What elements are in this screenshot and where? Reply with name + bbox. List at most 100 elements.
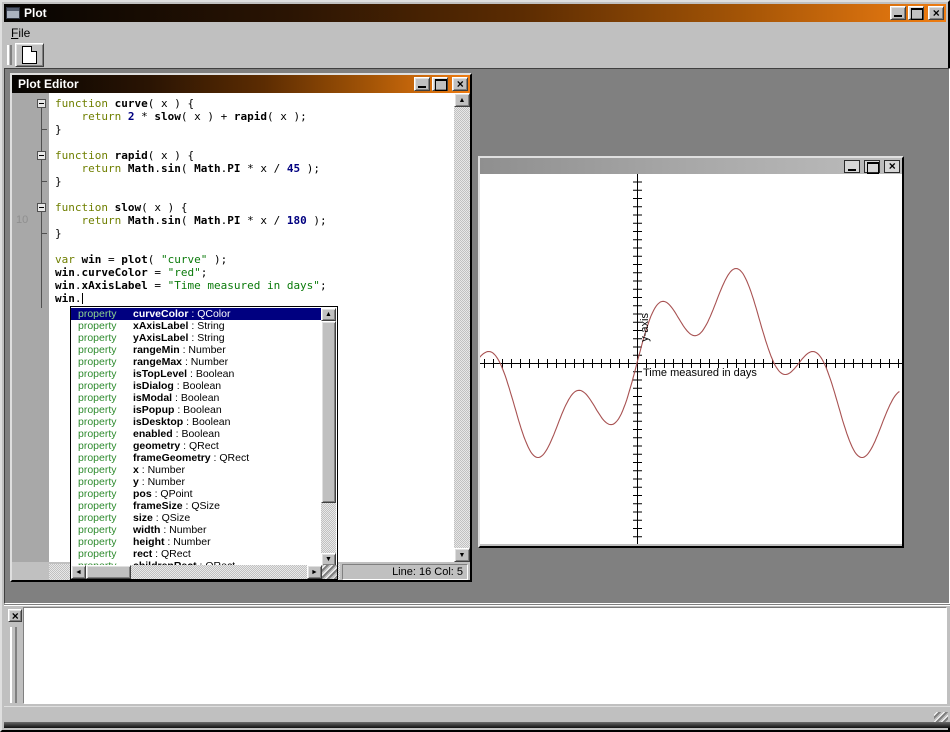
autocomplete-item-height[interactable]: propertyheight : Number xyxy=(71,536,322,548)
popup-hscroll-thumb[interactable] xyxy=(86,565,131,579)
item-type: : Boolean xyxy=(174,380,221,392)
code-line: } xyxy=(55,227,454,240)
main-titlebar[interactable]: Plot xyxy=(4,4,946,22)
fold-collapse-box[interactable] xyxy=(37,99,46,108)
plot-close-button[interactable] xyxy=(884,160,900,173)
item-type: : Number xyxy=(160,524,206,536)
plot-minimize-button[interactable] xyxy=(844,160,860,173)
item-name: yAxisLabel xyxy=(133,332,188,344)
editor-close-button[interactable] xyxy=(452,77,468,91)
item-type: : Number xyxy=(139,464,185,476)
popup-scroll-right-button[interactable] xyxy=(307,565,322,579)
dock-drag-handle[interactable] xyxy=(10,627,17,703)
item-kind: property xyxy=(71,356,133,368)
output-dock xyxy=(4,604,950,706)
fold-collapse-box[interactable] xyxy=(37,203,46,212)
item-name: enabled xyxy=(133,428,173,440)
popup-hscrollbar[interactable] xyxy=(71,565,337,579)
autocomplete-item-isDesktop[interactable]: propertyisDesktop : Boolean xyxy=(71,416,322,428)
item-kind: property xyxy=(71,476,133,488)
plot-window-titlebar[interactable] xyxy=(480,158,902,174)
autocomplete-item-rangeMax[interactable]: propertyrangeMax : Number xyxy=(71,356,322,368)
minimize-button[interactable] xyxy=(890,6,906,20)
item-type: : Boolean xyxy=(172,392,219,404)
autocomplete-item-xAxisLabel[interactable]: propertyxAxisLabel : String xyxy=(71,320,322,332)
code-line: } xyxy=(55,123,454,136)
popup-vscroll-trough[interactable] xyxy=(321,503,336,553)
code-line: function slow( x ) { xyxy=(55,201,454,214)
autocomplete-item-frameGeometry[interactable]: propertyframeGeometry : QRect xyxy=(71,452,322,464)
autocomplete-item-rect[interactable]: propertyrect : QRect xyxy=(71,548,322,560)
close-icon xyxy=(456,75,463,93)
editor-window-title: Plot Editor xyxy=(18,77,79,91)
item-name: isModal xyxy=(133,392,172,404)
output-console[interactable] xyxy=(23,607,947,704)
new-file-icon xyxy=(22,46,37,64)
popup-hscroll-trough[interactable] xyxy=(131,565,307,579)
item-name: isDialog xyxy=(133,380,174,392)
scroll-up-button[interactable] xyxy=(454,93,470,107)
app-icon xyxy=(6,7,20,19)
code-line: win.curveColor = "red"; xyxy=(55,266,454,279)
popup-vscrollbar[interactable] xyxy=(321,308,336,566)
autocomplete-item-rangeMin[interactable]: propertyrangeMin : Number xyxy=(71,344,322,356)
editor-window-controls xyxy=(414,77,468,91)
autocomplete-item-isPopup[interactable]: propertyisPopup : Boolean xyxy=(71,404,322,416)
fold-collapse-box[interactable] xyxy=(37,151,46,160)
autocomplete-item-size[interactable]: propertysize : QSize xyxy=(71,512,322,524)
item-name: isPopup xyxy=(133,404,174,416)
vscroll-trough[interactable] xyxy=(454,107,470,548)
code-line: function rapid( x ) { xyxy=(55,149,454,162)
plot-maximize-button[interactable] xyxy=(864,160,880,173)
plot-window: y-axis Time measured in days xyxy=(478,156,904,548)
item-kind: property xyxy=(71,452,133,464)
popup-scroll-up-button[interactable] xyxy=(321,308,336,321)
popup-vscroll-thumb[interactable] xyxy=(321,321,336,503)
arrow-left-icon xyxy=(75,569,82,576)
dock-close-button[interactable] xyxy=(8,609,22,622)
popup-scroll-left-button[interactable] xyxy=(71,565,86,579)
autocomplete-item-y[interactable]: propertyy : Number xyxy=(71,476,322,488)
code-line: var win = plot( "curve" ); xyxy=(55,253,454,266)
item-type: : QPoint xyxy=(152,488,193,500)
item-type: : Boolean xyxy=(187,368,234,380)
autocomplete-item-enabled[interactable]: propertyenabled : Boolean xyxy=(71,428,322,440)
autocomplete-item-isDialog[interactable]: propertyisDialog : Boolean xyxy=(71,380,322,392)
item-kind: property xyxy=(71,428,133,440)
popup-resize-grip[interactable] xyxy=(322,565,337,579)
arrow-down-icon xyxy=(459,552,466,559)
code-line xyxy=(55,136,454,149)
autocomplete-item-curveColor[interactable]: propertycurveColor : QColor xyxy=(71,308,322,320)
editor-maximize-button[interactable] xyxy=(432,77,448,91)
autocomplete-item-x[interactable]: propertyx : Number xyxy=(71,464,322,476)
item-name: height xyxy=(133,536,165,548)
editor-vscrollbar[interactable] xyxy=(454,93,470,562)
editor-minimize-button[interactable] xyxy=(414,77,430,91)
editor-titlebar[interactable]: Plot Editor xyxy=(12,75,470,93)
window-bottom-border xyxy=(4,722,950,728)
item-type: : QRect xyxy=(180,440,219,452)
scroll-down-button[interactable] xyxy=(454,548,470,562)
plot-window-controls xyxy=(842,160,900,173)
autocomplete-item-geometry[interactable]: propertygeometry : QRect xyxy=(71,440,322,452)
main-window-title: Plot xyxy=(24,6,47,20)
autocomplete-item-pos[interactable]: propertypos : QPoint xyxy=(71,488,322,500)
autocomplete-item-frameSize[interactable]: propertyframeSize : QSize xyxy=(71,500,322,512)
item-kind: property xyxy=(71,464,133,476)
maximize-button[interactable] xyxy=(908,6,924,20)
y-axis-label: y-axis xyxy=(639,313,651,342)
new-file-button[interactable] xyxy=(15,43,44,67)
plot-canvas xyxy=(480,174,902,544)
autocomplete-item-yAxisLabel[interactable]: propertyyAxisLabel : String xyxy=(71,332,322,344)
item-kind: property xyxy=(71,392,133,404)
menu-file[interactable]: File xyxy=(4,24,37,42)
autocomplete-item-width[interactable]: propertywidth : Number xyxy=(71,524,322,536)
autocomplete-item-isTopLevel[interactable]: propertyisTopLevel : Boolean xyxy=(71,368,322,380)
item-kind: property xyxy=(71,536,133,548)
autocomplete-item-isModal[interactable]: propertyisModal : Boolean xyxy=(71,392,322,404)
toolbar-handle[interactable] xyxy=(7,45,12,65)
close-button[interactable] xyxy=(928,6,944,20)
arrow-up-icon xyxy=(325,311,332,318)
text-caret xyxy=(82,293,83,304)
item-name: rect xyxy=(133,548,152,560)
